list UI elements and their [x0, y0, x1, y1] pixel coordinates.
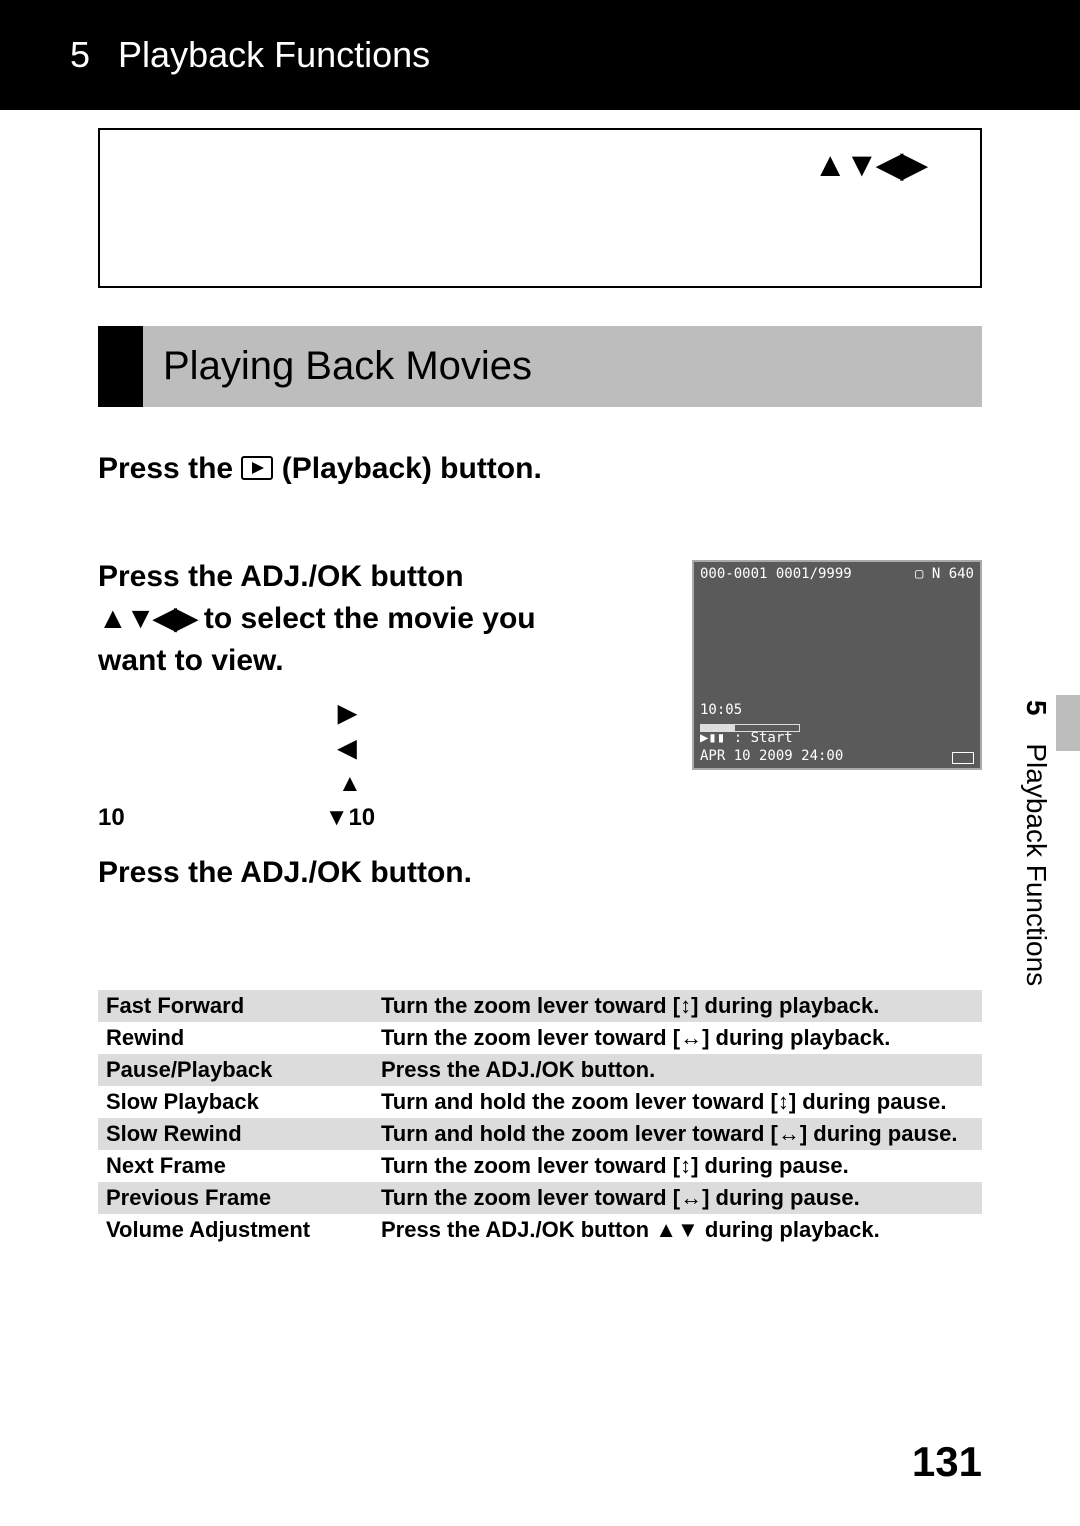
control-description: Turn and hold the zoom lever toward [↕] …: [373, 1086, 982, 1118]
step2-line3: want to view.: [98, 640, 662, 682]
step1-pre: Press the: [98, 452, 241, 485]
control-label: Pause/Playback: [98, 1054, 373, 1086]
steps: Press the (Playback) button. Press the A…: [98, 452, 982, 1246]
chapter-title: Playback Functions: [118, 34, 430, 76]
step2-row: Press the ADJ./OK button ▲▼◀▶ to select …: [98, 556, 982, 836]
control-description: Turn the zoom lever toward [↕] during pl…: [373, 990, 982, 1022]
control-description: Turn and hold the zoom lever toward [↔] …: [373, 1118, 982, 1150]
chapter-number: 5: [70, 34, 90, 76]
table-row: RewindTurn the zoom lever toward [↔] dur…: [98, 1022, 982, 1054]
table-row: Slow PlaybackTurn and hold the zoom leve…: [98, 1086, 982, 1118]
control-description: Press the ADJ./OK button ▲▼ during playb…: [373, 1214, 982, 1246]
page-number: 131: [912, 1438, 982, 1486]
chapter-header: 5 Playback Functions: [0, 0, 1080, 110]
nav-up: ▲: [338, 770, 362, 797]
preview-start-label: ▶▮▮ : Start: [700, 730, 793, 746]
table-row: Fast ForwardTurn the zoom lever toward […: [98, 990, 982, 1022]
direction-arrows-icon: ▲▼◀▶: [813, 145, 925, 185]
controls-table: Fast ForwardTurn the zoom lever toward […: [98, 990, 982, 1246]
control-description: Turn the zoom lever toward [↔] during pa…: [373, 1182, 982, 1214]
control-description: Press the ADJ./OK button.: [373, 1054, 982, 1086]
page: 5 Playback Functions ▲▼◀▶ Playing Back M…: [0, 0, 1080, 1526]
preview-file-counter: 000-0001 0001/9999: [700, 566, 852, 582]
control-description: Turn the zoom lever toward [↕] during pa…: [373, 1150, 982, 1182]
step1-post: (Playback) button.: [273, 452, 541, 485]
nav-up-number: 10: [98, 804, 125, 831]
step2-line2-rest: to select the movie you: [196, 602, 536, 635]
step2-line2: ▲▼◀▶ to select the movie you: [98, 598, 662, 640]
table-row: Slow RewindTurn and hold the zoom lever …: [98, 1118, 982, 1150]
nav-down: ▼10: [325, 804, 375, 831]
arrows-icon: ▲▼◀▶: [98, 602, 196, 635]
step3: Press the ADJ./OK button.: [98, 856, 982, 890]
preview-date: APR 10 2009 24:00: [700, 748, 843, 764]
step2-line1: Press the ADJ./OK button: [98, 556, 662, 598]
side-tab: [1056, 695, 1080, 751]
control-label: Volume Adjustment: [98, 1214, 373, 1246]
note-box: ▲▼◀▶: [98, 128, 982, 288]
side-chapter-number: 5: [1021, 700, 1052, 716]
section-marker: [98, 326, 143, 407]
step2-text: Press the ADJ./OK button ▲▼◀▶ to select …: [98, 556, 662, 836]
control-label: Slow Playback: [98, 1086, 373, 1118]
control-label: Fast Forward: [98, 990, 373, 1022]
lcd-preview: 000-0001 0001/9999 ▢ N 640 10:05 ▶▮▮ : S…: [692, 560, 982, 770]
battery-icon: [952, 752, 974, 764]
table-row: Previous FrameTurn the zoom lever toward…: [98, 1182, 982, 1214]
step1: Press the (Playback) button.: [98, 452, 982, 486]
side-chapter-title: Playback Functions: [1021, 743, 1052, 986]
table-row: Volume AdjustmentPress the ADJ./OK butto…: [98, 1214, 982, 1246]
nav-lines: ▶ ◀ ▲ 10 ▼10: [98, 697, 662, 836]
preview-resolution: ▢ N 640: [915, 566, 974, 582]
side-label: 5 Playback Functions: [1020, 700, 1052, 986]
table-row: Pause/PlaybackPress the ADJ./OK button.: [98, 1054, 982, 1086]
playback-icon: [241, 456, 273, 480]
control-description: Turn the zoom lever toward [↔] during pl…: [373, 1022, 982, 1054]
nav-left: ◀: [338, 735, 356, 762]
control-label: Next Frame: [98, 1150, 373, 1182]
control-label: Slow Rewind: [98, 1118, 373, 1150]
table-row: Next FrameTurn the zoom lever toward [↕]…: [98, 1150, 982, 1182]
content-area: ▲▼◀▶ Playing Back Movies Press the (Play…: [0, 110, 1080, 1246]
control-label: Rewind: [98, 1022, 373, 1054]
section-title: Playing Back Movies: [143, 326, 982, 407]
nav-right: ▶: [338, 700, 356, 727]
section-header: Playing Back Movies: [98, 326, 982, 407]
control-label: Previous Frame: [98, 1182, 373, 1214]
preview-time: 10:05: [700, 702, 742, 718]
